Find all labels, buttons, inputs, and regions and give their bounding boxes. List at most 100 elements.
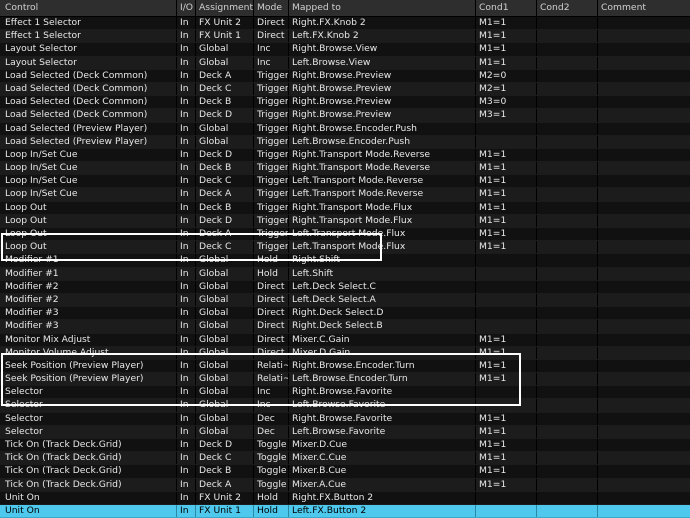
cell-mapped-to: Mixer.D.Gain	[288, 346, 475, 359]
table-row[interactable]: Tick On (Track Deck.Grid) In Deck D Toggle M…	[0, 439, 690, 453]
table-row[interactable]: Loop In/Set Cue In Deck A Trigger Left.Trans…	[0, 188, 690, 202]
table-row[interactable]: Tick On (Track Deck.Grid) In Deck C Toggle M…	[0, 452, 690, 466]
table-row[interactable]: Tick On (Track Deck.Grid) In Deck B Toggle M…	[0, 465, 690, 479]
table-row[interactable]: Loop In/Set Cue In Deck B Trigger Right.Tran…	[0, 162, 690, 176]
cell-control: Selector	[5, 386, 43, 398]
table-row[interactable]: Loop Out In Deck D Trigger Right.Transport M…	[0, 214, 690, 228]
column-header-cond2[interactable]: Cond2	[536, 0, 597, 16]
table-row[interactable]: Seek Position (Preview Player) In Global Re…	[0, 359, 690, 374]
table-row[interactable]: Loop Out In Deck B Trigger Right.Transport M…	[0, 201, 690, 215]
table-row[interactable]: Load Selected (Deck Common) In Deck D Trigg…	[0, 109, 690, 123]
cell-cond2	[536, 241, 597, 254]
table-row[interactable]: Load Selected (Deck Common) In Deck B Trigg…	[0, 96, 690, 110]
cell-control: Load Selected (Preview Player)	[5, 122, 148, 134]
cell-mode: Toggle	[253, 439, 288, 452]
cell-assignment: Deck A	[195, 69, 253, 82]
table-row[interactable]: Selector In Global Dec Left.Browse.Favorite M…	[0, 425, 690, 439]
cell-mapped-to: Left.Browse.Encoder.Turn	[288, 373, 475, 386]
table-row[interactable]: Unit On In FX Unit 2 Hold Right.FX.Button 2	[0, 491, 690, 505]
table-row[interactable]: Loop Out In Deck C Trigger Left.Transport Mo…	[0, 241, 690, 255]
column-header-comment[interactable]: Comment	[597, 0, 690, 16]
table-row[interactable]: Monitor Volume Adjust In Global Direct Mixer…	[0, 346, 690, 360]
table-row[interactable]: Modifier #3 In Global Direct Right.Deck Sele…	[0, 307, 690, 321]
table-row[interactable]: Modifier #2 In Global Direct Left.Deck Selec…	[0, 280, 690, 294]
cell-comment	[597, 69, 690, 82]
column-header-mapped-to[interactable]: Mapped to	[288, 0, 475, 16]
cell-mode: Direct	[253, 17, 288, 30]
cell-mode: Hold	[253, 267, 288, 280]
cell-assignment: Deck D	[195, 439, 253, 452]
cell-cond1: M1=1	[475, 188, 536, 201]
table-row[interactable]: Modifier #3 In Global Direct Right.Deck Sele…	[0, 320, 690, 334]
table-row[interactable]: Loop In/Set Cue In Deck C Trigger Left.Trans…	[0, 175, 690, 189]
column-header-cond1[interactable]: Cond1	[475, 0, 536, 16]
table-row[interactable]: Selector In Global Dec Right.Browse.Favorite…	[0, 412, 690, 426]
column-header-mode[interactable]: Mode	[253, 0, 288, 16]
cell-control: Tick On (Track Deck.Grid)	[5, 452, 122, 464]
cell-cond1	[475, 135, 536, 148]
cell-mapped-to: Left.Browse.Favorite	[288, 425, 475, 438]
cell-mapped-to: Left.Transport Mode.Reverse	[288, 175, 475, 188]
column-header-assignment[interactable]: Assignment	[195, 0, 253, 16]
cell-assignment: Deck B	[195, 96, 253, 109]
table-row[interactable]: Load Selected (Preview Player) In Global Tr…	[0, 122, 690, 136]
column-header-control[interactable]: Control	[2, 0, 176, 16]
cell-comment	[597, 504, 690, 518]
cell-cond2	[536, 82, 597, 96]
table-row[interactable]: Unit On In FX Unit 1 Hold Left.FX.Button 2	[0, 504, 690, 518]
cell-mode: Trigger	[253, 109, 288, 122]
cell-io: In	[176, 412, 195, 425]
cell-cond2	[536, 109, 597, 122]
table-row[interactable]: Tick On (Track Deck.Grid) In Deck A Toggle M…	[0, 478, 690, 492]
cell-mode: Dec	[253, 425, 288, 438]
cell-mode: Trigger	[253, 69, 288, 82]
cell-cond1	[475, 386, 536, 399]
table-row[interactable]: Load Selected (Deck Common) In Deck A Trigg…	[0, 69, 690, 83]
cell-mode: Trigger	[253, 201, 288, 214]
cell-cond2	[536, 359, 597, 373]
table-row[interactable]: Selector In Global Inc Right.Browse.Favorite	[0, 386, 690, 400]
cell-io: In	[176, 504, 195, 518]
cell-assignment: Global	[195, 135, 253, 148]
cell-io: In	[176, 109, 195, 122]
cell-comment	[597, 96, 690, 109]
cell-assignment: Global	[195, 412, 253, 425]
cell-cond1: M1=1	[475, 30, 536, 43]
cell-comment	[597, 122, 690, 135]
cell-assignment: Deck C	[195, 82, 253, 96]
table-row[interactable]: Loop In/Set Cue In Deck D Trigger Right.Tran…	[0, 148, 690, 163]
table-row[interactable]: Modifier #1 In Global Hold Left.Shift	[0, 267, 690, 281]
cell-control: Loop Out	[5, 241, 47, 253]
table-row[interactable]: Loop Out In Deck A Trigger Left.Transport Mo…	[0, 228, 690, 242]
cell-cond1: M1=1	[475, 43, 536, 56]
cell-cond2	[536, 399, 597, 412]
cell-assignment: Global	[195, 359, 253, 373]
table-row[interactable]: Load Selected (Deck Common) In Deck C Trigg…	[0, 82, 690, 97]
cell-io: In	[176, 333, 195, 346]
cell-cond2	[536, 228, 597, 241]
table-row[interactable]: Seek Position (Preview Player) In Global Re…	[0, 373, 690, 387]
cell-mode: Inc	[253, 43, 288, 56]
table-row[interactable]: Layout Selector In Global Inc Left.Browse.Vi…	[0, 56, 690, 70]
cell-cond1: M1=1	[475, 333, 536, 346]
table-row[interactable]: Layout Selector In Global Inc Right.Browse.V…	[0, 43, 690, 57]
table-row[interactable]: Selector In Global Inc Left.Browse.Favorite	[0, 399, 690, 413]
cell-assignment: Global	[195, 280, 253, 293]
column-header-io[interactable]: I/O	[176, 0, 195, 16]
table-row[interactable]: Effect 1 Selector In FX Unit 1 Direct Left.F…	[0, 30, 690, 44]
cell-comment	[597, 399, 690, 412]
cell-control: Selector	[5, 412, 43, 424]
cell-io: In	[176, 373, 195, 386]
table-row[interactable]: Monitor Mix Adjust In Global Direct Mixer.C.…	[0, 333, 690, 347]
cell-cond2	[536, 333, 597, 346]
table-row[interactable]: Modifier #1 In Global Hold Right.Shift	[0, 254, 690, 268]
cell-control: Modifier #2	[5, 293, 59, 305]
cell-assignment: Global	[195, 399, 253, 412]
cell-cond1: M1=1	[475, 228, 536, 241]
cell-mapped-to: Right.Deck Select.B	[288, 320, 475, 333]
cell-comment	[597, 359, 690, 373]
table-row[interactable]: Load Selected (Preview Player) In Global Tr…	[0, 135, 690, 149]
table-row[interactable]: Effect 1 Selector In FX Unit 2 Direct Right.…	[0, 17, 690, 31]
cell-io: In	[176, 452, 195, 465]
table-row[interactable]: Modifier #2 In Global Direct Left.Deck Selec…	[0, 293, 690, 308]
